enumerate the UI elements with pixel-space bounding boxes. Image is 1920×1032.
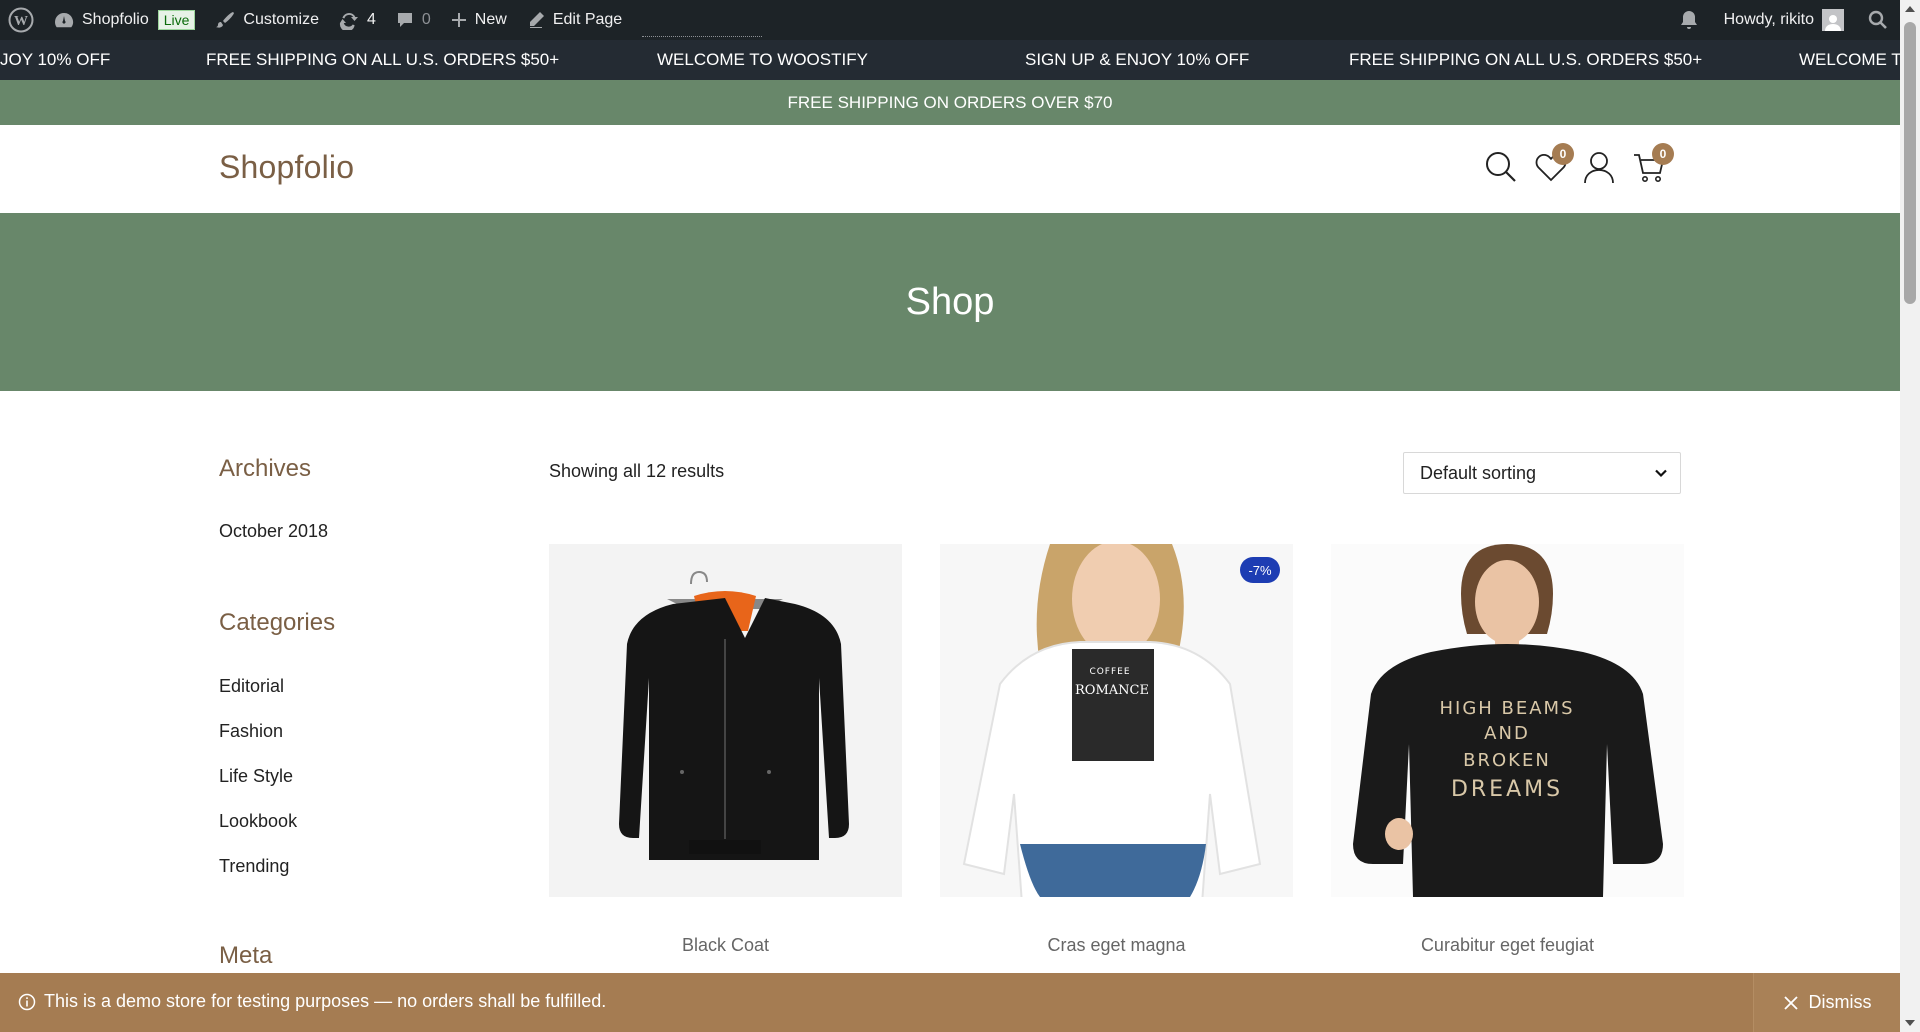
archive-link[interactable]: October 2018 — [219, 521, 328, 542]
category-link-trending[interactable]: Trending — [219, 856, 289, 877]
shirt-print-line-3: BROKEN — [1463, 750, 1551, 771]
sale-badge: -7% — [1240, 557, 1280, 583]
admin-bar-right: Howdy, rikito — [1668, 0, 1900, 40]
comments-link[interactable]: 0 — [386, 0, 441, 40]
dismiss-label: Dismiss — [1808, 992, 1872, 1012]
account-button[interactable] — [1582, 150, 1616, 184]
category-link-editorial[interactable]: Editorial — [219, 676, 284, 697]
shipping-topbar: FREE SHIPPING ON ORDERS OVER $70 — [0, 80, 1900, 125]
shirt-print-line-1: COFFEE — [1089, 667, 1130, 677]
header-search-button[interactable] — [1484, 150, 1518, 184]
product-card[interactable]: HIGH BEAMS AND BROKEN DREAMS Curabitur e… — [1331, 544, 1684, 955]
topbar-text: FREE SHIPPING ON ORDERS OVER $70 — [787, 92, 1113, 112]
admin-search[interactable] — [1854, 0, 1900, 40]
plus-icon — [451, 13, 466, 27]
admin-bar-separator — [642, 35, 763, 37]
ticker-item: FREE SHIPPING ON ALL U.S. ORDERS $50+ — [1349, 50, 1703, 69]
notifications-bell[interactable] — [1668, 0, 1710, 40]
customize-link[interactable]: Customize — [205, 0, 329, 40]
store-notice-text: This is a demo store for testing purpose… — [44, 991, 607, 1011]
categories-title: Categories — [219, 609, 336, 636]
new-content-link[interactable]: New — [441, 0, 517, 40]
meta-title: Meta — [219, 942, 273, 969]
avatar — [1822, 9, 1844, 31]
site-header: Shopfolio 0 0 — [0, 125, 1900, 213]
scrollbar-thumb[interactable] — [1904, 22, 1916, 304]
shirt-print-line-4: DREAMS — [1451, 777, 1563, 802]
edit-page-label: Edit Page — [552, 11, 623, 28]
live-badge: Live — [157, 10, 196, 30]
chevron-down-icon — [1655, 469, 1667, 478]
announcement-ticker: JOY 10% OFF FREE SHIPPING ON ALL U.S. OR… — [0, 40, 1900, 80]
close-icon — [1783, 995, 1798, 1010]
archives-title: Archives — [219, 455, 312, 482]
cart-button[interactable]: 0 — [1632, 143, 1674, 184]
sorting-select[interactable]: Default sorting — [1403, 452, 1681, 494]
page-scrollbar[interactable] — [1900, 0, 1920, 1032]
customize-label: Customize — [243, 11, 319, 28]
store-notice-message: This is a demo store for testing purpose… — [18, 991, 606, 1012]
product-image-cras-eget-magna[interactable]: COFFEE ROMANCE -7% — [940, 544, 1293, 897]
updates-count: 4 — [366, 11, 376, 28]
ticker-item: FREE SHIPPING ON ALL U.S. ORDERS $50+ — [206, 50, 560, 69]
svg-text:W: W — [14, 14, 28, 29]
search-icon — [1486, 152, 1516, 182]
wishlist-button[interactable]: 0 — [1534, 143, 1574, 184]
cart-count-badge: 0 — [1652, 143, 1674, 165]
comment-icon — [397, 13, 412, 27]
dismiss-button[interactable]: Dismiss — [1753, 973, 1900, 1032]
user-icon — [1584, 152, 1614, 184]
category-link-life-style[interactable]: Life Style — [219, 766, 293, 787]
ticker-item: WELCOME TO WOOSTIFY — [657, 50, 868, 69]
new-label: New — [474, 11, 507, 28]
shirt-print-line-1: HIGH BEAMS — [1439, 698, 1574, 719]
ticker-item: JOY 10% OFF — [0, 50, 111, 69]
site-name-menu[interactable]: Shopfolio Live — [44, 0, 205, 40]
ticker-item: WELCOME TO — [1799, 50, 1900, 69]
product-name[interactable]: Black Coat — [549, 935, 902, 956]
product-image-curabitur-eget-feugiat[interactable]: HIGH BEAMS AND BROKEN DREAMS — [1331, 544, 1684, 897]
ticker-item: SIGN UP & ENJOY 10% OFF — [1025, 50, 1250, 69]
category-link-lookbook[interactable]: Lookbook — [219, 811, 297, 832]
bell-icon — [1680, 11, 1697, 29]
admin-bar: W Shopfolio Live Customize 4 0 New Edit … — [0, 0, 1900, 40]
edit-page-link[interactable]: Edit Page — [517, 0, 632, 40]
scroll-up-arrow-icon[interactable] — [1905, 6, 1915, 12]
shirt-print-line-2: AND — [1484, 723, 1530, 744]
page-header: Shop — [0, 213, 1900, 391]
pencil-icon — [529, 12, 544, 28]
store-notice: This is a demo store for testing purpose… — [0, 973, 1900, 1032]
product-name[interactable]: Curabitur eget feugiat — [1331, 935, 1684, 956]
updates-link[interactable]: 4 — [329, 0, 386, 40]
shirt-print-line-2: ROMANCE — [1075, 683, 1149, 698]
info-icon — [18, 993, 36, 1010]
sorting-value: Default sorting — [1420, 462, 1537, 483]
product-card[interactable]: Black Coat — [549, 544, 902, 955]
product-image-black-coat[interactable] — [549, 544, 902, 897]
comments-count: 0 — [421, 11, 431, 28]
my-account-menu[interactable]: Howdy, rikito — [1710, 0, 1854, 40]
dashboard-icon — [55, 12, 74, 28]
product-name[interactable]: Cras eget magna — [940, 935, 1293, 956]
product-card[interactable]: COFFEE ROMANCE -7% Cras eget magna — [940, 544, 1293, 955]
category-link-fashion[interactable]: Fashion — [219, 721, 283, 742]
search-icon — [1868, 10, 1887, 29]
brush-icon — [216, 12, 235, 28]
wishlist-count-badge: 0 — [1552, 143, 1574, 165]
result-count: Showing all 12 results — [549, 461, 725, 481]
scroll-down-arrow-icon[interactable] — [1905, 1020, 1915, 1026]
updates-icon — [339, 13, 358, 30]
site-name: Shopfolio — [82, 11, 149, 28]
page-title: Shop — [905, 280, 995, 323]
howdy-greeting: Howdy, rikito — [1723, 11, 1814, 28]
site-logo[interactable]: Shopfolio — [219, 149, 354, 186]
wordpress-logo-icon[interactable]: W — [0, 0, 44, 40]
